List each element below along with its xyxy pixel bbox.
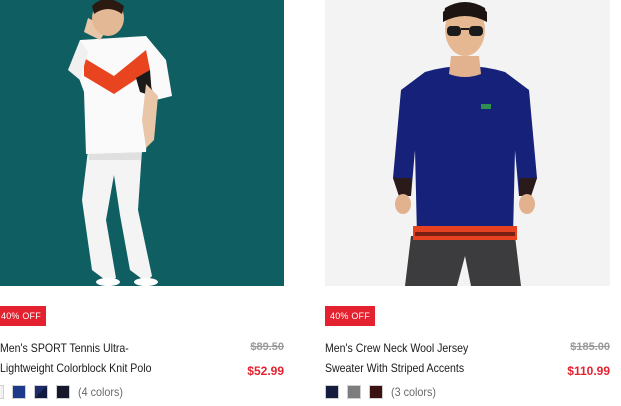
product-card-sweater[interactable]: 40% OFF Men's Crew Neck Wool Jersey Swea… xyxy=(325,0,610,406)
product-name-line-1[interactable]: Men's Crew Neck Wool Jersey xyxy=(325,338,492,358)
product-name[interactable]: Men's SPORT Tennis Ultra- Lightweight Co… xyxy=(0,338,167,378)
color-swatch-dark-navy[interactable] xyxy=(56,385,70,399)
colors-count: (3 colors) xyxy=(391,385,437,399)
product-name-line-2[interactable]: Sweater With Striped Accents xyxy=(325,358,492,378)
sale-price: $52.99 xyxy=(247,364,284,378)
polo-photo-illustration xyxy=(0,0,284,286)
original-price: $185.00 xyxy=(570,341,610,353)
discount-badge: 40% OFF xyxy=(325,306,375,326)
product-name-line-2[interactable]: Lightweight Colorblock Knit Polo xyxy=(0,358,167,378)
product-name-line-1[interactable]: Men's SPORT Tennis Ultra- xyxy=(0,338,167,358)
color-swatch-navy[interactable] xyxy=(325,385,339,399)
sweater-photo-illustration xyxy=(325,0,610,286)
color-swatch-gray[interactable] xyxy=(347,385,361,399)
colors-count: (4 colors) xyxy=(78,385,124,399)
color-swatch-blue[interactable] xyxy=(12,385,26,399)
color-swatches: (4 colors) xyxy=(0,384,128,400)
discount-badge: 40% OFF xyxy=(0,306,46,326)
original-price: $89.50 xyxy=(250,341,284,353)
color-swatch-burgundy[interactable] xyxy=(369,385,383,399)
color-swatch-navy-split[interactable] xyxy=(34,385,48,399)
product-grid: 40% OFF Men's SPORT Tennis Ultra- Lightw… xyxy=(0,0,621,406)
product-name[interactable]: Men's Crew Neck Wool Jersey Sweater With… xyxy=(325,338,492,378)
color-swatches: (3 colors) xyxy=(325,384,441,400)
color-swatch-white[interactable] xyxy=(0,385,4,399)
product-image-polo[interactable] xyxy=(0,0,284,286)
sale-price: $110.99 xyxy=(567,364,610,378)
product-card-polo[interactable]: 40% OFF Men's SPORT Tennis Ultra- Lightw… xyxy=(0,0,284,406)
product-image-sweater[interactable] xyxy=(325,0,610,286)
